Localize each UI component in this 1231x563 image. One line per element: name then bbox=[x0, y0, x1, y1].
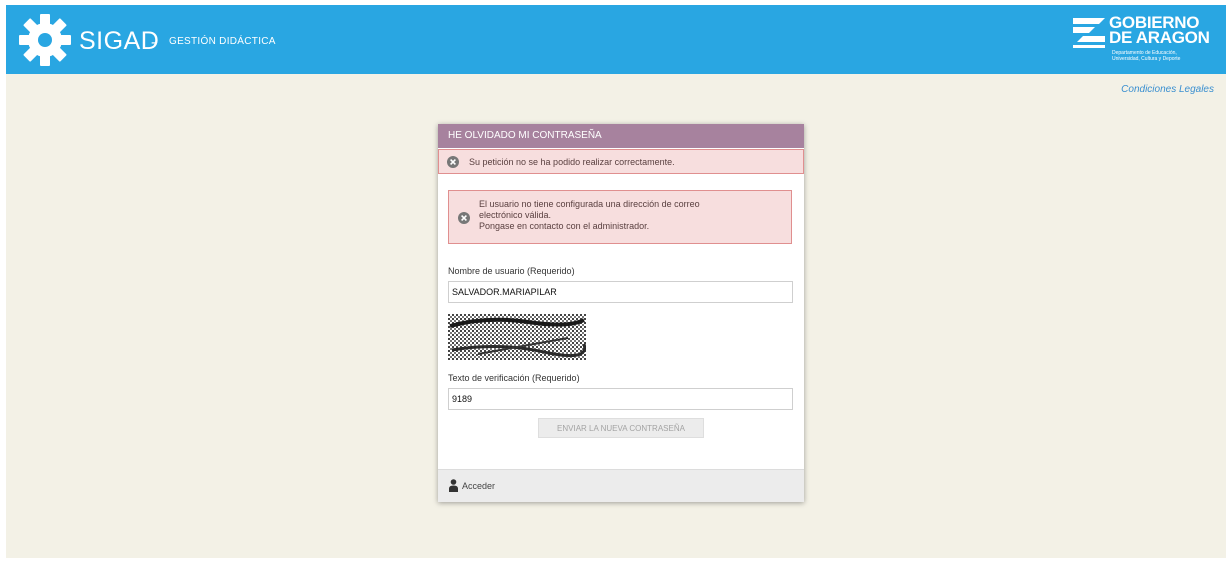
aragon-stripes-icon bbox=[1073, 18, 1105, 48]
government-logo: GOBIERNO DE ARAGON Departamento de Educa… bbox=[1071, 11, 1221, 69]
panel-footer: Acceder bbox=[438, 469, 804, 502]
legal-conditions-link[interactable]: Condiciones Legales bbox=[1121, 84, 1214, 95]
user-icon bbox=[449, 479, 458, 492]
error-detail-line-1: El usuario no tiene configurada una dire… bbox=[479, 199, 700, 209]
app-name: SIGAD bbox=[79, 27, 160, 55]
error-detail-box: El usuario no tiene configurada una dire… bbox=[448, 190, 792, 244]
verification-field[interactable] bbox=[448, 388, 793, 410]
error-circle-icon bbox=[458, 212, 470, 224]
forgot-password-panel: HE OLVIDADO MI CONTRASEÑA Su petición no… bbox=[438, 124, 804, 502]
error-detail-text: El usuario no tiene configurada una dire… bbox=[479, 199, 784, 232]
error-detail-line-3: Pongase en contacto con el administrador… bbox=[479, 221, 650, 231]
gear-icon bbox=[19, 14, 71, 66]
app-subtitle: GESTIÓN DIDÁCTICA bbox=[169, 36, 276, 47]
logo-line-4: Universidad, Cultura y Deporte bbox=[1112, 56, 1181, 62]
username-field[interactable] bbox=[448, 281, 793, 303]
error-circle-icon bbox=[447, 156, 459, 168]
logo-line-2: DE ARAGON bbox=[1109, 28, 1210, 47]
verification-label: Texto de verificación (Requerido) bbox=[448, 373, 580, 383]
page-background: SIGAD - GESTIÓN DIDÁCTICA GOBIERNO DE AR… bbox=[6, 5, 1226, 558]
captcha-image bbox=[448, 314, 586, 360]
error-banner: Su petición no se ha podido realizar cor… bbox=[438, 149, 804, 174]
login-link[interactable]: Acceder bbox=[462, 481, 495, 491]
error-detail-line-2: electrónico válida. bbox=[479, 210, 552, 220]
top-bar: SIGAD - GESTIÓN DIDÁCTICA GOBIERNO DE AR… bbox=[6, 5, 1226, 74]
send-new-password-button[interactable]: ENVIAR LA NUEVA CONTRASEÑA bbox=[538, 418, 704, 438]
error-banner-text: Su petición no se ha podido realizar cor… bbox=[469, 157, 675, 167]
panel-title: HE OLVIDADO MI CONTRASEÑA bbox=[438, 124, 804, 148]
title-separator: - bbox=[151, 34, 156, 51]
username-label: Nombre de usuario (Requerido) bbox=[448, 266, 575, 276]
